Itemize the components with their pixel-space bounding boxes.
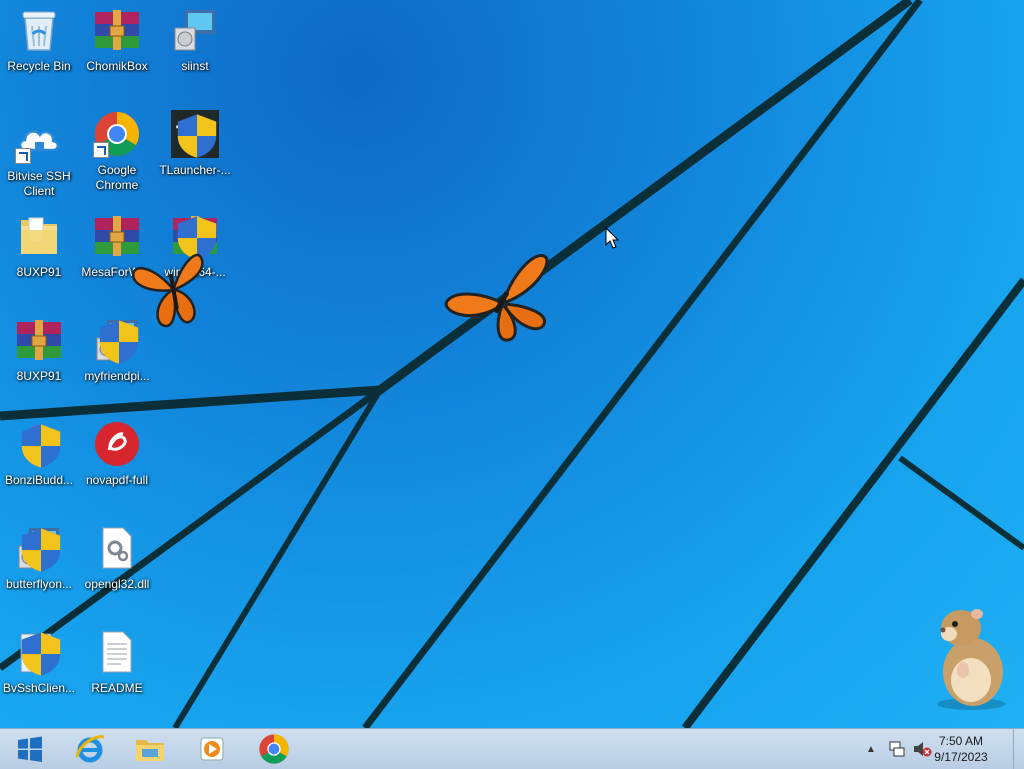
icon-label: Recycle Bin <box>7 59 71 73</box>
chrome-taskbar-button[interactable] <box>244 729 304 769</box>
butterflyon-installer-icon[interactable]: butterflyon... <box>0 524 78 592</box>
icon-label: 8UXP91 <box>16 369 62 383</box>
tray-chevron-icon: ▲ <box>866 743 876 755</box>
icon-label: Google Chrome <box>95 163 139 192</box>
novapdf-icon[interactable]: novapdf-full <box>78 420 156 488</box>
uac-shield-icon <box>21 528 61 572</box>
internet-explorer-taskbar-button[interactable] <box>60 729 120 769</box>
media-player-taskbar-button[interactable] <box>182 729 242 769</box>
clock-time: 7:50 AM <box>938 734 984 748</box>
siinst-installer-icon[interactable]: siinst <box>156 6 234 74</box>
shortcut-arrow-icon <box>15 148 31 164</box>
google-chrome-icon[interactable]: Google Chrome <box>78 110 156 193</box>
bitvise-ssh-client-icon[interactable]: Bitvise SSH Client <box>0 116 78 199</box>
shortcut-arrow-icon <box>93 142 109 158</box>
icon-label: BonziBudd... <box>4 473 74 487</box>
icon-label: 8UXP91 <box>16 265 62 279</box>
icon-label: novapdf-full <box>85 473 149 487</box>
network-icon[interactable] <box>888 729 906 769</box>
file-explorer-icon <box>136 740 164 761</box>
bonzibuddy-icon[interactable]: BonziBudd... <box>0 420 78 488</box>
uac-shield-icon <box>21 632 61 676</box>
opengl32-dll-icon[interactable]: opengl32.dll <box>78 524 156 592</box>
tray-overflow-button[interactable]: ▲ <box>866 729 876 769</box>
icon-label: Bitvise SSH Client <box>7 169 71 198</box>
chomikbox-archive-icon[interactable]: ChomikBox <box>78 6 156 74</box>
butterfly-desktop-pet[interactable] <box>444 250 552 346</box>
icon-label: opengl32.dll <box>84 577 150 591</box>
media-player-icon <box>200 737 224 761</box>
icon-label: ChomikBox <box>86 59 148 73</box>
chrome-icon <box>259 734 289 764</box>
clock[interactable]: 7:50 AM 9/17/2023 <box>926 733 996 765</box>
recycle-bin-icon[interactable]: Recycle Bin <box>0 6 78 74</box>
windows-logo-icon <box>18 736 42 762</box>
clock-date: 9/17/2023 <box>934 750 988 764</box>
internet-explorer-icon <box>75 735 105 763</box>
readme-file-icon[interactable]: README <box>78 628 156 696</box>
uac-shield-icon <box>177 114 217 158</box>
icon-label: TLauncher-... <box>159 163 231 177</box>
icon-label: butterflyon... <box>5 577 73 591</box>
show-desktop-button[interactable] <box>1013 729 1024 769</box>
file-explorer-taskbar-button[interactable] <box>120 729 180 769</box>
taskbar: ▲ 7:50 AM 9/17/2023 <box>0 728 1024 769</box>
bvsshclient-installer-icon[interactable]: BvSshClien... <box>0 628 78 696</box>
desktop[interactable]: Recycle Bin Bitvise SSH Client 8UXP91 8U… <box>0 0 1024 728</box>
icon-label: myfriendpi... <box>84 369 150 383</box>
icon-label: README <box>91 681 143 695</box>
icon-label: siinst <box>181 59 209 73</box>
icon-label: BvSshClien... <box>2 681 76 695</box>
rar-archive-8uxp91-icon[interactable]: 8UXP91 <box>0 316 78 384</box>
butterfly-desktop-pet[interactable] <box>132 244 212 330</box>
start-button[interactable] <box>0 729 60 769</box>
folder-8uxp91-icon[interactable]: 8UXP91 <box>0 212 78 280</box>
mouse-cursor-icon <box>605 227 619 249</box>
uac-shield-icon <box>21 424 61 468</box>
tlauncher-icon[interactable]: TL TLauncher-... <box>156 110 234 178</box>
hamster-desktop-pet[interactable] <box>925 600 1009 710</box>
